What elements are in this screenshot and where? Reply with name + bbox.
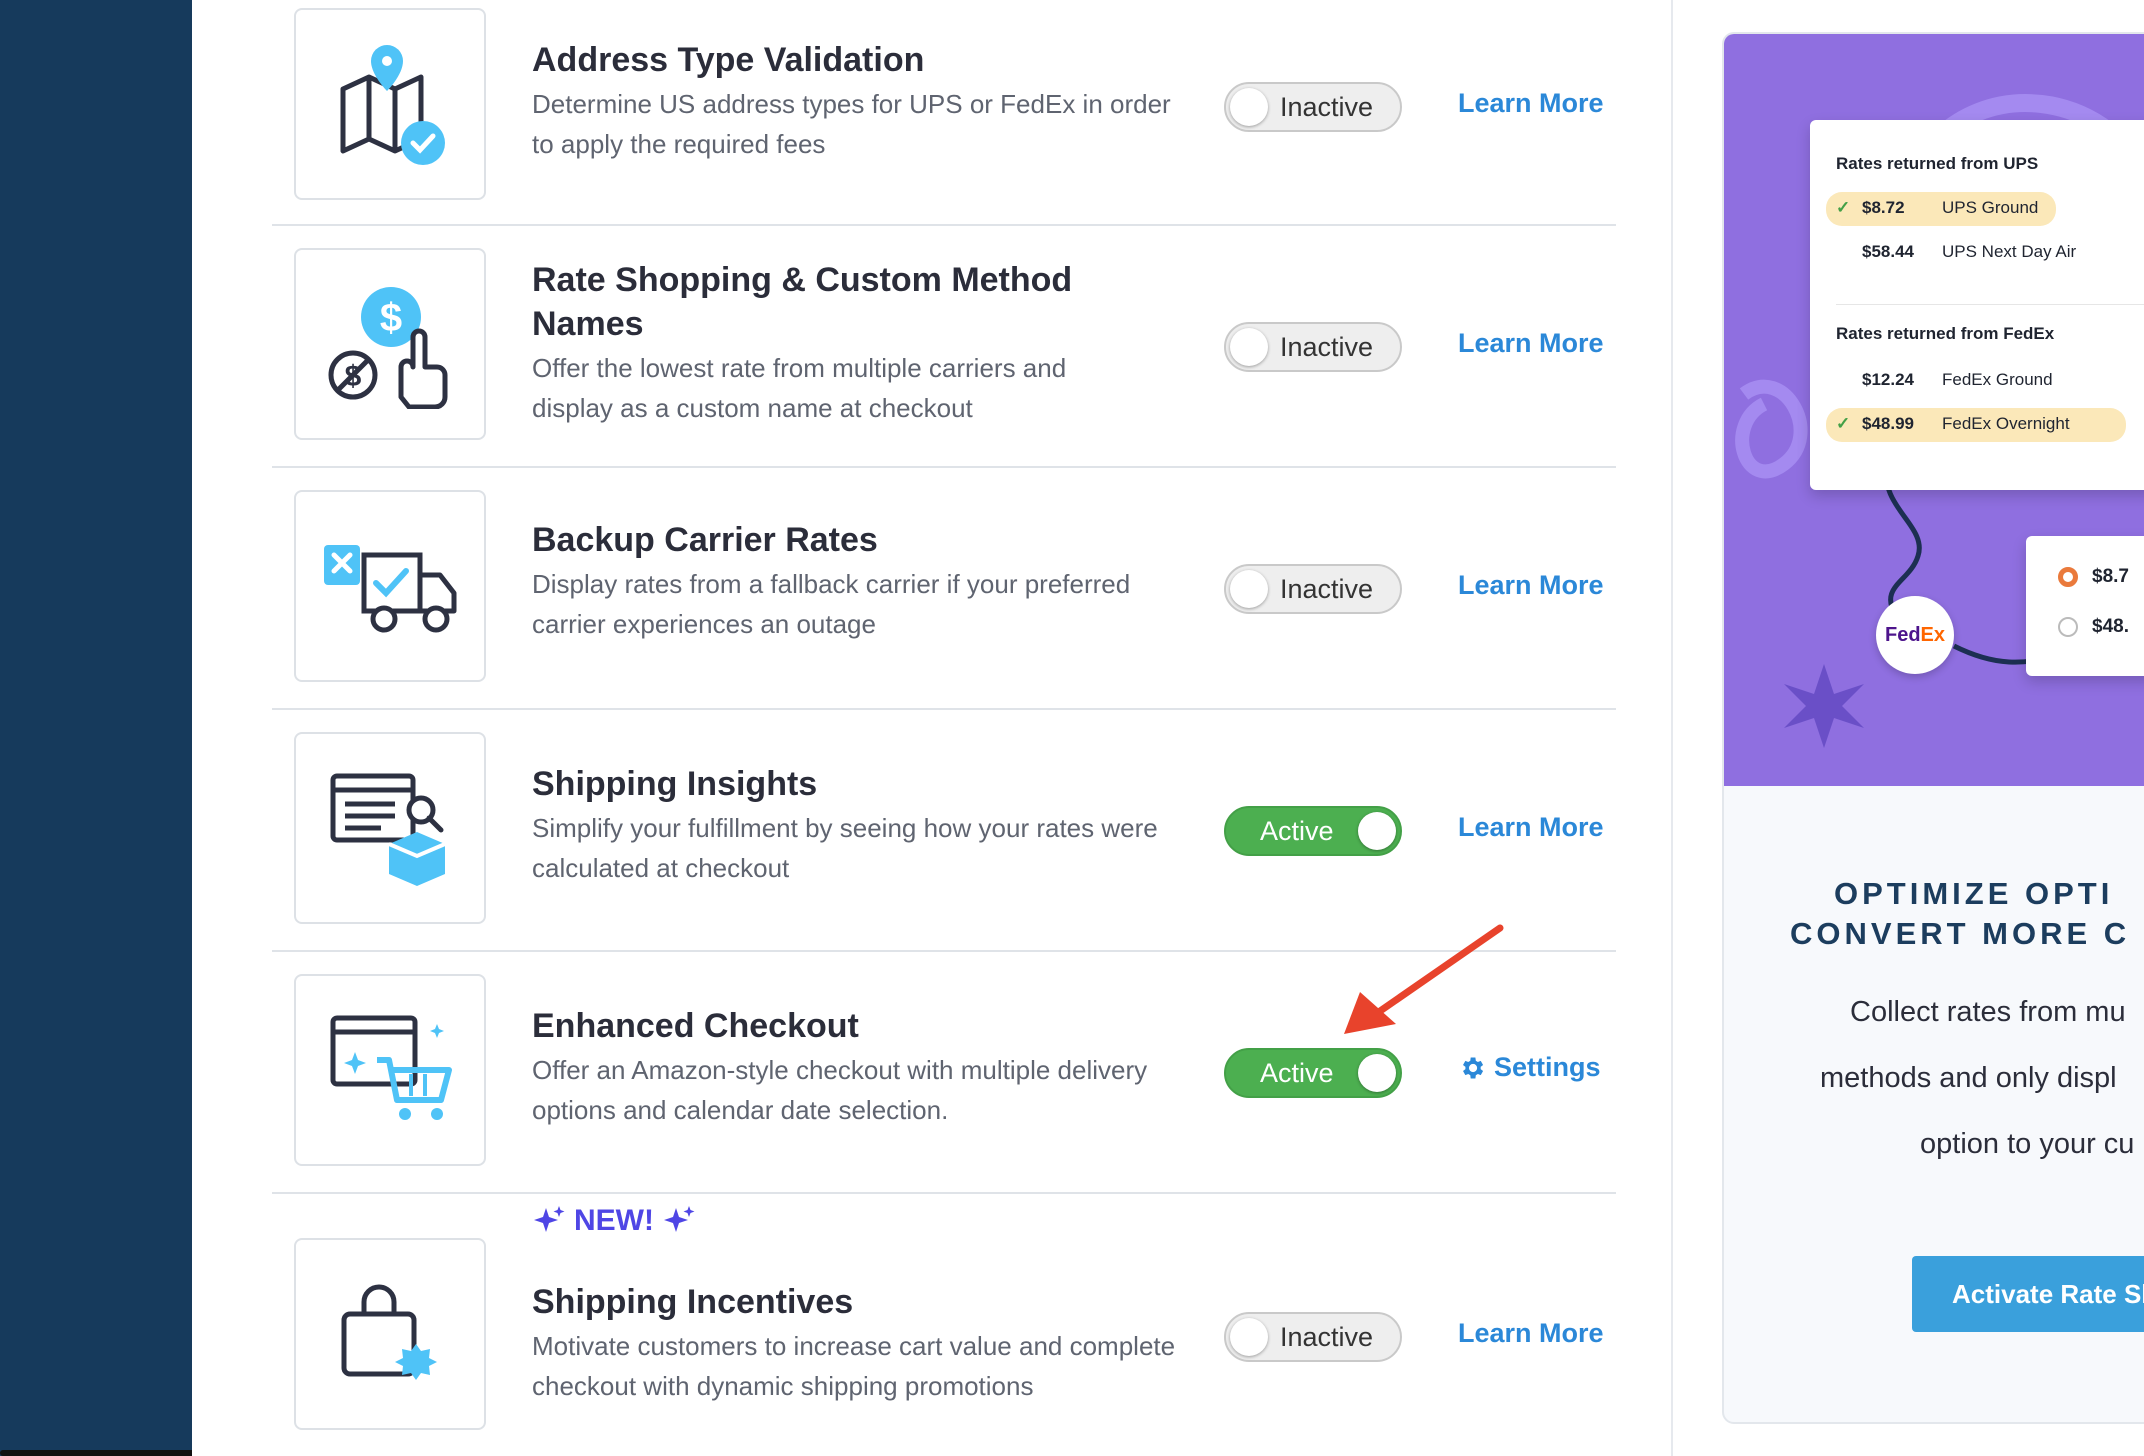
settings-link[interactable]: Settings	[1458, 1052, 1601, 1083]
toggle-label: Inactive	[1280, 573, 1374, 604]
feature-description: Determine US address types for UPS or Fe…	[532, 89, 1171, 159]
rate-service: FedEx Overnight	[1942, 414, 2070, 433]
fedex-logo-part: Fed	[1884, 623, 1921, 646]
radio-unselected	[2058, 617, 2078, 637]
fedex-logo-part: Ex	[1920, 623, 1946, 646]
toggle-knob	[1230, 1318, 1268, 1356]
toggle-label: Inactive	[1280, 1321, 1374, 1352]
learn-more-link[interactable]: Learn More	[1458, 812, 1604, 843]
choice-option: $48.	[2058, 616, 2129, 638]
toggle-knob	[1358, 812, 1396, 850]
feature-title: Shipping Incentives	[532, 1283, 854, 1321]
check-icon: ✓	[1836, 414, 1851, 433]
feature-row-address-validation: Address Type Validation Determine US add…	[272, 0, 1616, 226]
rates-card: Rates returned from UPS ✓ $8.72 UPS Grou…	[1810, 120, 2144, 490]
promo-heading-line: OPTIMIZE OPTI	[1834, 876, 2114, 911]
feature-title: Shipping Insights	[532, 765, 818, 803]
rate-price: $8.72	[1862, 198, 1905, 217]
learn-more-link[interactable]: Learn More	[1458, 1318, 1604, 1349]
truck-icon	[294, 490, 486, 682]
report-box-icon	[294, 732, 486, 924]
toggle-label: Inactive	[1280, 91, 1374, 122]
choice-price: $48.	[2092, 616, 2129, 637]
promo-body-line: methods and only displ	[1820, 1062, 2117, 1094]
rate-price: $48.99	[1862, 414, 1914, 433]
fedex-rates-header: Rates returned from FedEx	[1836, 324, 2055, 343]
feature-title: Backup Carrier Rates	[532, 521, 878, 559]
left-sidebar	[0, 0, 320, 1456]
svg-text:$: $	[380, 296, 402, 340]
feature-toggle-address-validation[interactable]: Inactive	[1224, 82, 1402, 132]
feature-title: Address Type Validation	[532, 41, 925, 79]
promo-body-line: Collect rates from mu	[1850, 996, 2126, 1028]
feature-row-shipping-insights: Shipping Insights Simplify your fulfillm…	[272, 710, 1616, 952]
toggle-knob	[1230, 328, 1268, 366]
choice-option: $8.7	[2058, 566, 2129, 588]
feature-toggle-shipping-incentives[interactable]: Inactive	[1224, 1312, 1402, 1362]
learn-more-link[interactable]: Learn More	[1458, 328, 1604, 359]
toggle-label: Active	[1260, 815, 1334, 846]
new-badge-label: NEW!	[574, 1204, 654, 1237]
feature-row-rate-shopping: $ $ Rate Shopping & Custom Method Names …	[272, 226, 1616, 468]
bag-badge-icon	[294, 1238, 486, 1430]
settings-label: Settings	[1494, 1052, 1601, 1082]
checkout-choice-card: $8.7 $48.	[2026, 536, 2144, 676]
dollar-hand-icon: $ $	[294, 248, 486, 440]
feature-description: Motivate customers to increase cart valu…	[532, 1331, 1176, 1401]
gear-icon	[1463, 1057, 1484, 1078]
red-arrow-annotation	[1344, 924, 1504, 1034]
toggle-knob	[1230, 570, 1268, 608]
feature-description: Offer the lowest rate from multiple carr…	[532, 353, 1067, 423]
feature-toggle-backup-carrier[interactable]: Inactive	[1224, 564, 1402, 614]
promo-body-line: option to your cu	[1920, 1128, 2135, 1160]
promo-panel: Rates returned from UPS ✓ $8.72 UPS Grou…	[1722, 32, 2144, 1424]
feature-title: Enhanced Checkout	[532, 1007, 859, 1045]
fedex-logo: Fed Ex	[1876, 596, 1954, 674]
rate-service: UPS Next Day Air	[1942, 242, 2077, 261]
rate-service: UPS Ground	[1942, 198, 2039, 217]
promo-heading: OPTIMIZE OPTI CONVERT MORE C	[1724, 874, 2144, 954]
feature-toggle-enhanced-checkout[interactable]: Active	[1224, 1048, 1402, 1098]
feature-row-shipping-incentives: NEW! Shipping Incentives Motivate custom…	[272, 1194, 1616, 1454]
toggle-knob	[1358, 1054, 1396, 1092]
choice-price: $8.7	[2092, 566, 2129, 587]
promo-illustration: Rates returned from UPS ✓ $8.72 UPS Grou…	[1724, 34, 2144, 786]
cart-window-icon	[294, 974, 486, 1166]
ups-rates-header: Rates returned from UPS	[1836, 154, 2039, 173]
toggle-label: Active	[1260, 1057, 1334, 1088]
activate-rate-shopping-button[interactable]: Activate Rate Sh	[1912, 1256, 2144, 1332]
toggle-knob	[1230, 88, 1268, 126]
rate-line: ✓ $48.99 FedEx Overnight	[1826, 408, 2126, 442]
rate-price: $12.24	[1862, 370, 1914, 389]
feature-toggle-rate-shopping[interactable]: Inactive	[1224, 322, 1402, 372]
feature-description: Display rates from a fallback carrier if…	[532, 569, 1131, 639]
rate-line: $58.44 UPS Next Day Air	[1836, 242, 2076, 262]
rate-service: FedEx Ground	[1942, 370, 2053, 389]
feature-description: Simplify your fulfillment by seeing how …	[532, 813, 1158, 883]
feature-title: Rate Shopping & Custom Method Names	[532, 261, 1073, 343]
new-badge: NEW!	[532, 1204, 696, 1238]
learn-more-link[interactable]: Learn More	[1458, 88, 1604, 119]
rate-price: $58.44	[1862, 242, 1914, 261]
check-icon: ✓	[1836, 198, 1851, 217]
rate-line: ✓ $8.72 UPS Ground	[1826, 192, 2056, 226]
promo-heading-line: CONVERT MORE C	[1790, 916, 2131, 951]
rates-divider	[1836, 304, 2144, 305]
sparkle-icon	[663, 1206, 695, 1232]
rate-line: $12.24 FedEx Ground	[1836, 370, 2053, 390]
learn-more-link[interactable]: Learn More	[1458, 570, 1604, 601]
feature-row-backup-carrier: Backup Carrier Rates Display rates from …	[272, 468, 1616, 710]
features-list: Address Type Validation Determine US add…	[192, 0, 1672, 1456]
toggle-label: Inactive	[1280, 331, 1374, 362]
sparkle-icon	[534, 1206, 565, 1232]
feature-description: Offer an Amazon-style checkout with mult…	[532, 1055, 1148, 1125]
feature-toggle-shipping-insights[interactable]: Active	[1224, 806, 1402, 856]
radio-selected	[2058, 567, 2078, 587]
map-check-icon	[294, 8, 486, 200]
column-divider	[1671, 0, 1673, 1456]
